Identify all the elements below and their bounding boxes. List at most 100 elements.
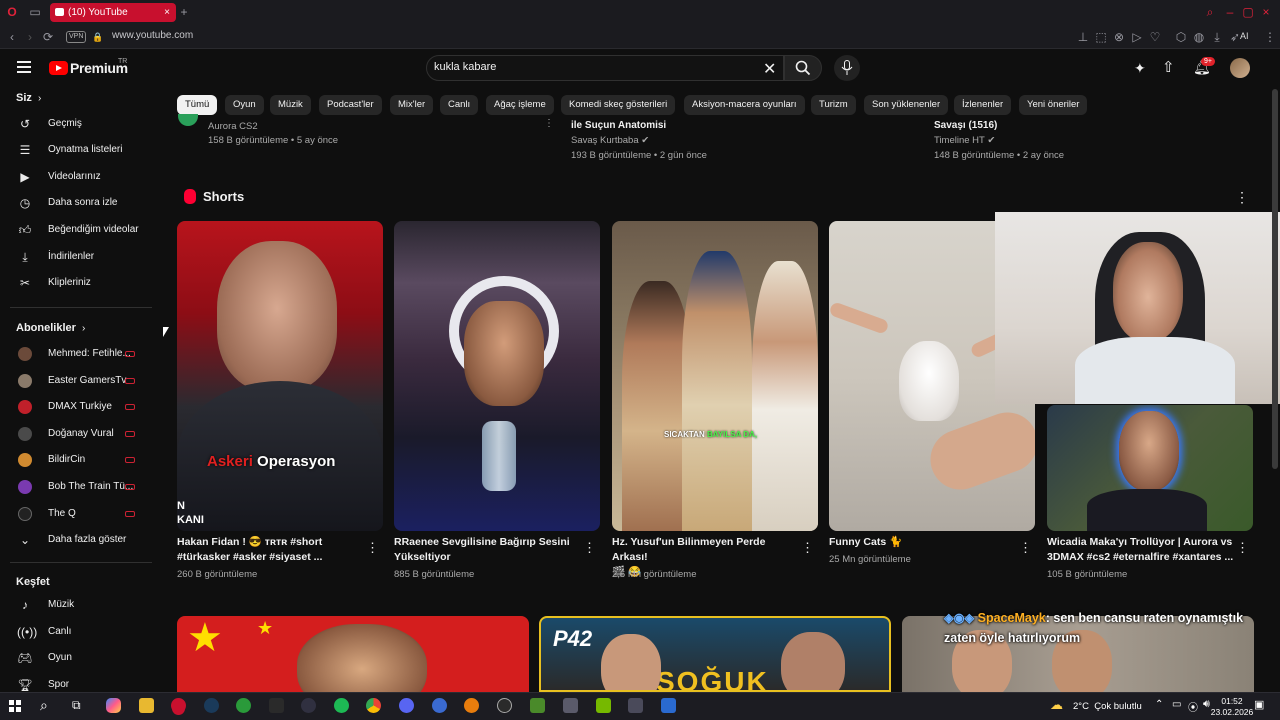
notification-center-icon[interactable]: ▣ — [1254, 698, 1264, 711]
minecraft-icon[interactable] — [530, 698, 545, 713]
microphone-tray-icon[interactable]: ⦿ — [1188, 699, 1198, 714]
app-icon[interactable] — [563, 698, 578, 713]
more-options-icon[interactable]: ⋮ — [583, 541, 596, 554]
chip[interactable]: Podcast'ler — [319, 95, 382, 115]
pin-icon[interactable]: ⊥ — [1075, 29, 1091, 45]
subscription-item[interactable]: Mehmed: Fetihle... — [0, 341, 156, 367]
task-view-icon[interactable]: ⧉ — [72, 698, 81, 713]
main-scrollbar[interactable] — [1272, 89, 1278, 469]
video-title[interactable]: ile Suçun Anatomisi — [571, 120, 666, 131]
weather-text[interactable]: 2°C Çok bulutlu — [1073, 701, 1142, 712]
subscription-item[interactable]: Bob The Train Tü... — [0, 474, 156, 500]
discord-icon[interactable] — [399, 698, 414, 713]
chip[interactable]: Komedi skeç gösterileri — [561, 95, 676, 115]
video-title[interactable]: Savaşı (1516) — [934, 120, 997, 131]
chip[interactable]: Oyun — [225, 95, 264, 115]
file-explorer-icon[interactable] — [139, 698, 154, 713]
channel-name[interactable]: Aurora CS2 — [208, 121, 258, 132]
short-thumbnail[interactable] — [394, 221, 600, 531]
sidebar-item-live[interactable]: ((•)) Canlı — [0, 619, 156, 645]
chip-all[interactable]: Tümü — [177, 95, 218, 115]
forward-icon[interactable]: › — [22, 29, 38, 45]
heart-icon[interactable]: ♡ — [1147, 29, 1163, 45]
reload-icon[interactable]: ⟳ — [40, 29, 56, 45]
create-icon[interactable]: ✦ — [1134, 60, 1146, 77]
more-options-icon[interactable]: ⋮ — [366, 541, 379, 554]
url-field[interactable]: www.youtube.com — [112, 30, 193, 41]
app-icon[interactable] — [432, 698, 447, 713]
sidebar-item-music[interactable]: ♪ Müzik — [0, 592, 156, 618]
chip[interactable]: Müzik — [270, 95, 311, 115]
ai-button[interactable]: AI — [1240, 31, 1249, 41]
adblock-icon[interactable]: ⊗ — [1111, 29, 1127, 45]
clear-search-icon[interactable]: ✕ — [763, 59, 776, 79]
clock-date[interactable]: 23.02.2026 — [1205, 707, 1259, 717]
more-options-icon[interactable]: ⋮ — [1019, 541, 1032, 554]
short-title[interactable]: Funny Cats 🐈 — [829, 535, 1009, 550]
sidebar-item-liked-videos[interactable]: 👍︎ Beğendiğim videolar — [0, 217, 156, 243]
subscription-item[interactable]: The Q — [0, 501, 156, 527]
subscription-item[interactable]: Easter GamersTv — [0, 368, 156, 394]
workspaces-icon[interactable]: ▭ — [27, 4, 43, 20]
extensions-icon[interactable]: ⬡ — [1173, 29, 1189, 45]
subscriptions-heading[interactable]: Abonelikler › — [16, 322, 85, 334]
opera-logo-icon[interactable]: O — [4, 4, 20, 20]
chip[interactable]: Ağaç işleme — [486, 95, 554, 115]
network-icon[interactable]: ▭ — [1172, 699, 1181, 710]
search-tabs-icon[interactable]: ⌕ — [1202, 4, 1218, 20]
chip[interactable]: İzlenenler — [954, 95, 1012, 115]
sidebar-scrollbar[interactable] — [153, 89, 157, 689]
maximize-icon[interactable]: ▢ — [1240, 4, 1256, 20]
sidebar-item-your-videos[interactable]: ▶ Videolarınız — [0, 164, 156, 190]
search-button[interactable] — [784, 55, 822, 81]
blender-icon[interactable] — [464, 698, 479, 713]
sidebar-item-clips[interactable]: ✂ Klipleriniz — [0, 270, 156, 296]
sidebar-item-sports[interactable]: 🏆︎ Spor — [0, 672, 156, 692]
video-thumbnail[interactable]: ★ ★ — [177, 616, 529, 692]
chrome-icon[interactable] — [366, 698, 381, 713]
nvidia-icon[interactable] — [596, 698, 611, 713]
copilot-icon[interactable] — [106, 698, 121, 713]
minimize-icon[interactable]: – — [1222, 4, 1238, 20]
sidebar-item-gaming[interactable]: 🎮︎ Oyun — [0, 645, 156, 671]
chip[interactable]: Yeni öneriler — [1019, 95, 1088, 115]
windows-start-icon[interactable] — [9, 700, 21, 712]
obs-icon[interactable] — [301, 698, 316, 713]
steam-icon[interactable] — [204, 698, 219, 713]
browser-tab-youtube[interactable]: (10) YouTube × — [50, 3, 176, 22]
clock-time[interactable]: 01:52 — [1212, 696, 1252, 706]
short-thumbnail[interactable]: Askeri Operasyon N KANI — [177, 221, 383, 531]
more-options-icon[interactable]: ⋮ — [544, 118, 554, 129]
chip[interactable]: Mix'ler — [390, 95, 434, 115]
back-icon[interactable]: ‹ — [4, 29, 20, 45]
chip[interactable]: Canlı — [440, 95, 479, 115]
epic-games-icon[interactable] — [269, 698, 284, 713]
hamburger-menu-icon[interactable] — [17, 61, 31, 73]
more-options-icon[interactable]: ⋮ — [801, 541, 814, 554]
shorts-more-options-icon[interactable]: ⋮ — [1235, 189, 1249, 206]
youtube-logo-icon[interactable] — [49, 61, 68, 75]
close-tab-icon[interactable]: × — [164, 3, 170, 22]
tray-chevron-up-icon[interactable]: ⌃ — [1155, 699, 1163, 710]
sidebar-item-watch-later[interactable]: ◷ Daha sonra izle — [0, 190, 156, 216]
downloads-icon[interactable]: ⤓ — [1209, 29, 1225, 45]
channel-avatar[interactable] — [178, 114, 198, 126]
spotify-icon[interactable] — [334, 698, 349, 713]
search-icon[interactable]: ⌕ — [40, 697, 48, 714]
chip[interactable]: Son yüklenenler — [864, 95, 949, 115]
short-title[interactable]: Hakan Fidan ! 😎 ᴛʀᴛʀ #short #türkasker #a… — [177, 535, 357, 565]
sidebar-item-playlists[interactable]: ☰ Oynatma listeleri — [0, 137, 156, 163]
chip[interactable]: Aksiyon-macera oyunları — [684, 95, 805, 115]
close-window-icon[interactable]: × — [1258, 4, 1274, 20]
upload-icon[interactable]: ⇧ — [1162, 58, 1175, 76]
new-tab-icon[interactable]: + — [176, 4, 192, 20]
chip[interactable]: Turizm — [811, 95, 856, 115]
sidebar-item-history[interactable]: ↺ Geçmiş — [0, 111, 156, 137]
video-thumbnail[interactable]: P42 SOĞUK — [539, 616, 891, 692]
snapshot-icon[interactable]: ⬚ — [1093, 29, 1109, 45]
weather-icon[interactable]: ☁ — [1050, 697, 1063, 713]
app-icon[interactable] — [628, 698, 643, 713]
you-heading[interactable]: Siz › — [16, 92, 41, 104]
search-input[interactable] — [434, 61, 734, 73]
xbox-icon[interactable] — [236, 698, 251, 713]
